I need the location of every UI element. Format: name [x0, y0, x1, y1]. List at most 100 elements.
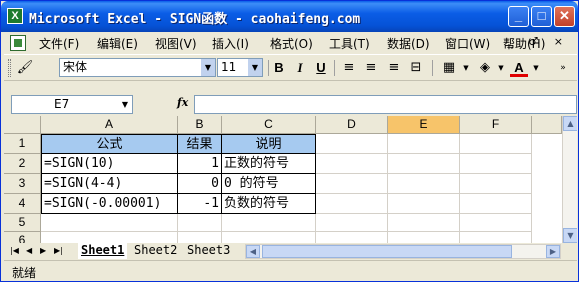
menu-tools[interactable]: 工具(T)	[329, 35, 370, 52]
sheet-tab-sheet2[interactable]: Sheet2	[131, 243, 180, 259]
last-sheet-icon[interactable]: ▶|	[54, 246, 63, 255]
cell-a2[interactable]: =SIGN(10)	[41, 154, 178, 174]
cell-a1[interactable]: 公式	[41, 134, 178, 154]
vertical-scrollbar[interactable]: ▲ ▼	[562, 116, 577, 243]
chevron-down-icon[interactable]: ▼	[248, 59, 262, 76]
cell-c3[interactable]: 0 的符号	[222, 174, 316, 194]
row-header-4[interactable]: 4	[4, 194, 41, 214]
toolbar-grip[interactable]	[8, 59, 11, 77]
cell-a6[interactable]	[41, 232, 178, 243]
cell-a3[interactable]: =SIGN(4-4)	[41, 174, 178, 194]
brush-icon[interactable]: 🖌	[16, 59, 34, 77]
column-header-g[interactable]	[532, 116, 562, 134]
cell-c4[interactable]: 负数的符号	[222, 194, 316, 214]
scroll-down-icon[interactable]: ▼	[563, 228, 577, 243]
horizontal-scroll-thumb[interactable]	[262, 245, 512, 258]
next-sheet-icon[interactable]: ▶	[40, 246, 46, 255]
menu-view[interactable]: 视图(V)	[155, 35, 197, 52]
menu-format[interactable]: 格式(O)	[270, 35, 313, 52]
cell-d6[interactable]	[316, 232, 388, 243]
cell-e2[interactable]	[388, 154, 460, 174]
cell-f1[interactable]	[460, 134, 532, 154]
cell-f4[interactable]	[460, 194, 532, 214]
cell-c2[interactable]: 正数的符号	[222, 154, 316, 174]
row-header-2[interactable]: 2	[4, 154, 41, 174]
chevron-down-icon[interactable]: ▼	[457, 59, 475, 77]
cell-b4[interactable]: -1	[178, 194, 222, 214]
font-name-combo[interactable]: 宋体 ▼	[59, 58, 216, 77]
font-size-combo[interactable]: 11 ▼	[217, 58, 263, 77]
cell-d3[interactable]	[316, 174, 388, 194]
cell-f5[interactable]	[460, 214, 532, 232]
bold-button[interactable]: B	[270, 59, 288, 77]
borders-icon[interactable]: ▦	[440, 59, 458, 77]
scroll-left-icon[interactable]: ◀	[246, 245, 260, 258]
cell-e1[interactable]	[388, 134, 460, 154]
cell-b5[interactable]	[178, 214, 222, 232]
cell-c5[interactable]	[222, 214, 316, 232]
underline-button[interactable]: U	[312, 59, 330, 77]
cell-e6[interactable]	[388, 232, 460, 243]
name-box[interactable]: E7 ▼	[11, 95, 133, 114]
cell-b1[interactable]: 结果	[178, 134, 222, 154]
title-bar[interactable]: X Microsoft Excel - SIGN函数 - caohaifeng.…	[1, 1, 578, 32]
sheet-tab-sheet1[interactable]: Sheet1	[78, 243, 128, 259]
cell-a4[interactable]: =SIGN(-0.00001)	[41, 194, 178, 214]
maximize-button[interactable]: □	[531, 6, 552, 27]
column-header-c[interactable]: C	[222, 116, 316, 134]
formula-input[interactable]	[194, 95, 577, 114]
select-all-corner[interactable]	[4, 116, 41, 134]
row-header-1[interactable]: 1	[4, 134, 41, 154]
font-color-button[interactable]: A	[510, 59, 528, 77]
column-header-d[interactable]: D	[316, 116, 388, 134]
chevron-down-icon[interactable]: ▼	[492, 59, 510, 77]
cell-d4[interactable]	[316, 194, 388, 214]
prev-sheet-icon[interactable]: ◀	[26, 246, 32, 255]
cell-a5[interactable]	[41, 214, 178, 232]
menu-insert[interactable]: 插入(I)	[212, 35, 249, 52]
cell-f2[interactable]	[460, 154, 532, 174]
workbook-window-controls[interactable]: _ ♂ ×	[507, 35, 569, 48]
toolbar-options-icon[interactable]: »	[554, 59, 572, 77]
sheet-tab-sheet3[interactable]: Sheet3	[184, 243, 233, 259]
scroll-up-icon[interactable]: ▲	[563, 116, 577, 131]
workbook-icon[interactable]	[10, 35, 26, 51]
cell-c1[interactable]: 说明	[222, 134, 316, 154]
minimize-button[interactable]: _	[508, 6, 529, 27]
menu-file[interactable]: 文件(F)	[39, 35, 79, 52]
merge-center-icon[interactable]: ⊟	[407, 59, 425, 77]
column-header-f[interactable]: F	[460, 116, 532, 134]
align-right-icon[interactable]: ≡	[385, 59, 403, 77]
cell-e3[interactable]	[388, 174, 460, 194]
cell-f3[interactable]	[460, 174, 532, 194]
column-header-b[interactable]: B	[178, 116, 222, 134]
align-left-icon[interactable]: ≡	[340, 59, 358, 77]
menu-window[interactable]: 窗口(W)	[445, 35, 490, 52]
horizontal-scrollbar[interactable]: ◀ ▶	[245, 244, 561, 259]
cell-d2[interactable]	[316, 154, 388, 174]
row-header-5[interactable]: 5	[4, 214, 41, 232]
row-header-3[interactable]: 3	[4, 174, 41, 194]
cell-b2[interactable]: 1	[178, 154, 222, 174]
excel-app-icon[interactable]: X	[7, 8, 23, 24]
align-center-icon[interactable]: ≡	[362, 59, 380, 77]
column-header-e[interactable]: E	[388, 116, 460, 134]
cell-e4[interactable]	[388, 194, 460, 214]
insert-function-icon[interactable]: fx	[177, 96, 188, 109]
italic-button[interactable]: I	[291, 59, 309, 77]
cell-d1[interactable]	[316, 134, 388, 154]
cell-f6[interactable]	[460, 232, 532, 243]
chevron-down-icon[interactable]: ▼	[118, 96, 132, 113]
menu-edit[interactable]: 编辑(E)	[97, 35, 138, 52]
column-header-a[interactable]: A	[41, 116, 178, 134]
menu-data[interactable]: 数据(D)	[387, 35, 430, 52]
scroll-right-icon[interactable]: ▶	[546, 245, 560, 258]
first-sheet-icon[interactable]: |◀	[10, 246, 19, 255]
cell-d5[interactable]	[316, 214, 388, 232]
close-button[interactable]: ✕	[554, 6, 575, 27]
row-header-6[interactable]: 6	[4, 232, 41, 243]
cell-e5[interactable]	[388, 214, 460, 232]
chevron-down-icon[interactable]: ▼	[527, 59, 545, 77]
cell-b3[interactable]: 0	[178, 174, 222, 194]
cell-b6[interactable]	[178, 232, 222, 243]
